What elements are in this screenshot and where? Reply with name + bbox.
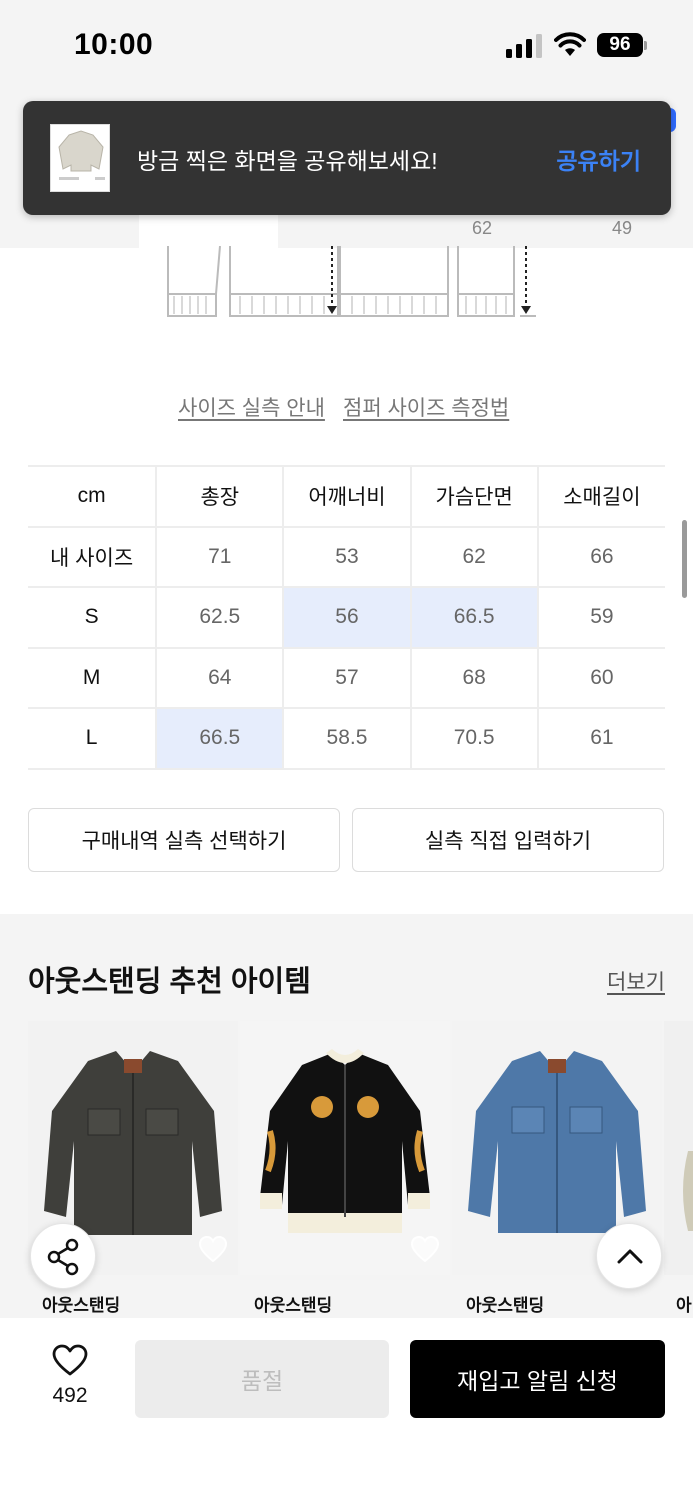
table-cell: 58.5 [283, 708, 412, 770]
column-header: 가슴단면 [410, 465, 539, 528]
battery-indicator: 96 [597, 33, 643, 57]
table-cell: 62.5 [156, 587, 285, 649]
table-row: 내 사이즈 71 53 62 66 [28, 526, 665, 588]
screenshot-thumbnail[interactable] [50, 124, 110, 192]
status-bar: 10:00 96 [0, 0, 693, 92]
row-label: L [28, 708, 158, 770]
column-header: 총장 [156, 465, 285, 528]
measurement-label: 49 [612, 218, 633, 238]
product-image[interactable] [664, 1021, 693, 1275]
column-header: 소매길이 [537, 465, 665, 528]
table-cell: 64 [156, 647, 285, 709]
table-cell: 68 [410, 647, 539, 709]
row-label: M [28, 647, 158, 709]
jacket-measure-diagram [167, 246, 536, 317]
restock-alert-button[interactable]: 재입고 알림 신청 [410, 1340, 665, 1418]
status-time: 10:00 [74, 28, 154, 61]
direct-input-measure-button[interactable]: 실측 직접 입력하기 [352, 808, 664, 872]
like-count: 492 [52, 1384, 88, 1407]
scroll-top-fab[interactable] [596, 1223, 662, 1289]
measurement-label: 62 [472, 218, 493, 238]
screenshot-share-toast: 방금 찍은 화면을 공유해보세요! 공유하기 [23, 101, 671, 215]
product-brand: 아웃스탠딩 [466, 1296, 545, 1315]
share-icon [47, 1238, 79, 1276]
row-label: S [28, 587, 158, 649]
table-cell-highlighted: 66.5 [156, 708, 285, 770]
partial-product-image [664, 1021, 693, 1275]
product-card[interactable]: 아 [664, 1021, 693, 1317]
table-cell-highlighted: 56 [283, 587, 412, 649]
table-cell: 59 [537, 587, 665, 649]
table-row: S 62.5 56 66.5 59 [28, 587, 665, 649]
share-button[interactable]: 공유하기 [556, 142, 641, 176]
table-cell: 70.5 [410, 708, 539, 770]
heart-icon[interactable] [410, 1235, 440, 1263]
chevron-up-icon [617, 1249, 643, 1264]
table-cell: 71 [156, 526, 285, 588]
product-brand: 아웃스탠딩 [42, 1296, 121, 1315]
product-image[interactable] [240, 1021, 450, 1275]
cellular-signal-icon [506, 34, 542, 58]
scrollbar[interactable] [682, 520, 687, 598]
table-cell: 60 [537, 647, 665, 709]
table-cell-highlighted: 66.5 [410, 587, 539, 649]
table-cell: 57 [283, 647, 412, 709]
size-guide-link[interactable]: 사이즈 실측 안내 [178, 392, 325, 422]
table-row: M 64 57 68 60 [28, 647, 665, 709]
table-cell: 62 [410, 526, 539, 588]
unit-header: cm [28, 465, 158, 528]
heart-icon[interactable] [51, 1343, 89, 1377]
column-header: 어깨너비 [283, 465, 412, 528]
table-row: L 66.5 58.5 70.5 61 [28, 708, 665, 770]
battery-tip [644, 41, 647, 50]
table-cell: 61 [537, 708, 665, 770]
jacket-thumbnail-icon [58, 130, 105, 180]
measure-method-link[interactable]: 점퍼 사이즈 측정법 [343, 392, 509, 422]
row-label: 내 사이즈 [28, 526, 158, 588]
table-cell: 53 [283, 526, 412, 588]
soldout-button[interactable]: 품절 [135, 1340, 389, 1418]
table-header-row: cm 총장 어깨너비 가슴단면 소매길이 [28, 465, 665, 528]
share-fab[interactable] [30, 1223, 96, 1289]
recommended-title: 아웃스탠딩 추천 아이템 [28, 966, 311, 998]
heart-icon[interactable] [198, 1235, 228, 1263]
product-card[interactable]: 아웃스탠딩 [240, 1021, 450, 1317]
select-purchase-measure-button[interactable]: 구매내역 실측 선택하기 [28, 808, 340, 872]
toast-message: 방금 찍은 화면을 공유해보세요! [137, 148, 438, 174]
product-brand: 아웃스탠딩 [254, 1296, 333, 1315]
size-table: cm 총장 어깨너비 가슴단면 소매길이 내 사이즈 71 53 62 66 S… [28, 465, 665, 770]
table-cell: 66 [537, 526, 665, 588]
product-brand: 아 [676, 1296, 692, 1315]
wifi-icon [554, 32, 586, 56]
more-link[interactable]: 더보기 [607, 966, 665, 996]
